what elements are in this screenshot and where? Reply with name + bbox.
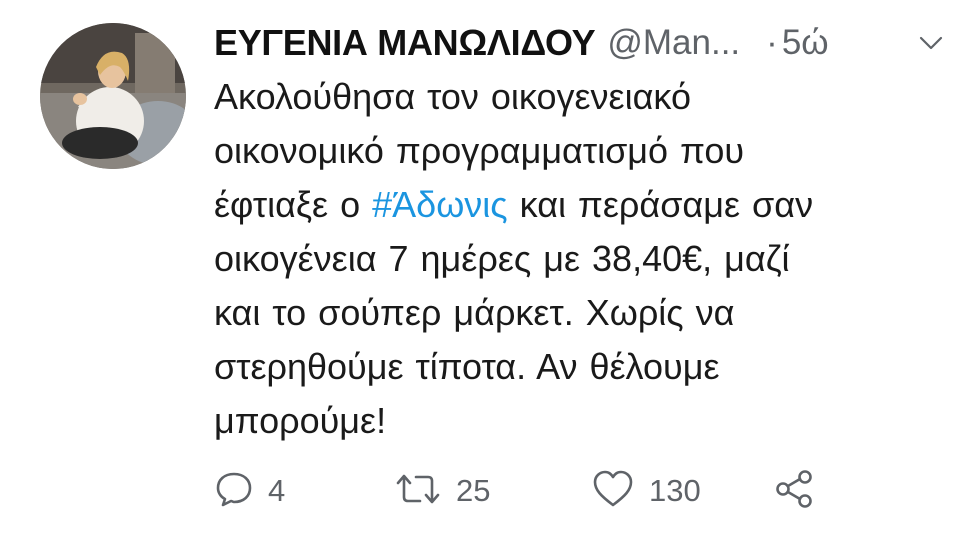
reply-button[interactable]: 4 — [214, 466, 285, 516]
tweet-header: ΕΥΓΕΝΙΑ ΜΑΝΩΛΙΔΟΥ @Man... · 5ώ — [214, 18, 954, 68]
like-button[interactable]: 130 — [591, 466, 701, 516]
like-count: 130 — [649, 473, 701, 508]
text-line: μπορούμε! — [214, 400, 387, 441]
speech-bubble-icon — [214, 469, 254, 514]
share-button[interactable] — [774, 466, 816, 516]
tweet[interactable]: ΕΥΓΕΝΙΑ ΜΑΝΩΛΙΔΟΥ @Man... · 5ώ Ακολούθησ… — [0, 0, 969, 546]
retweet-button[interactable]: 25 — [394, 466, 490, 516]
heart-icon — [591, 469, 635, 514]
text-line: οικογένεια 7 ημέρες με 38,40€, μαζί — [214, 238, 790, 279]
avatar-photo — [40, 23, 186, 169]
text-fragment: έφτιαξε ο — [214, 184, 373, 225]
author-name[interactable]: ΕΥΓΕΝΙΑ ΜΑΝΩΛΙΔΟΥ — [214, 22, 596, 64]
text-line: οικονομικό προγραμματισμό που — [214, 130, 745, 171]
text-line: και το σούπερ μάρκετ. Χωρίς να — [214, 292, 735, 333]
hashtag-link[interactable]: #Άδωνις — [372, 184, 508, 225]
separator-dot: · — [766, 23, 778, 62]
retweet-count: 25 — [456, 473, 491, 508]
text-line: στερηθούμε τίποτα. Αν θέλουμε — [214, 346, 720, 387]
reply-count: 4 — [268, 473, 286, 508]
avatar[interactable] — [40, 23, 186, 169]
text-line: έφτιαξε ο #Άδωνις και περάσαμε σαν — [214, 178, 954, 232]
text-line: Ακολούθησα τον οικογενειακό — [214, 76, 691, 117]
text-fragment: και περάσαμε σαν — [507, 184, 814, 225]
action-bar: 4 25 130 — [214, 466, 854, 516]
retweet-icon — [394, 469, 442, 514]
tweet-text: Ακολούθησα τον οικογενειακό οικονομικό π… — [214, 70, 954, 448]
chevron-down-icon[interactable] — [918, 30, 944, 61]
timestamp[interactable]: 5ώ — [782, 23, 829, 63]
author-handle[interactable]: @Man... — [607, 23, 740, 63]
share-icon — [774, 468, 816, 515]
